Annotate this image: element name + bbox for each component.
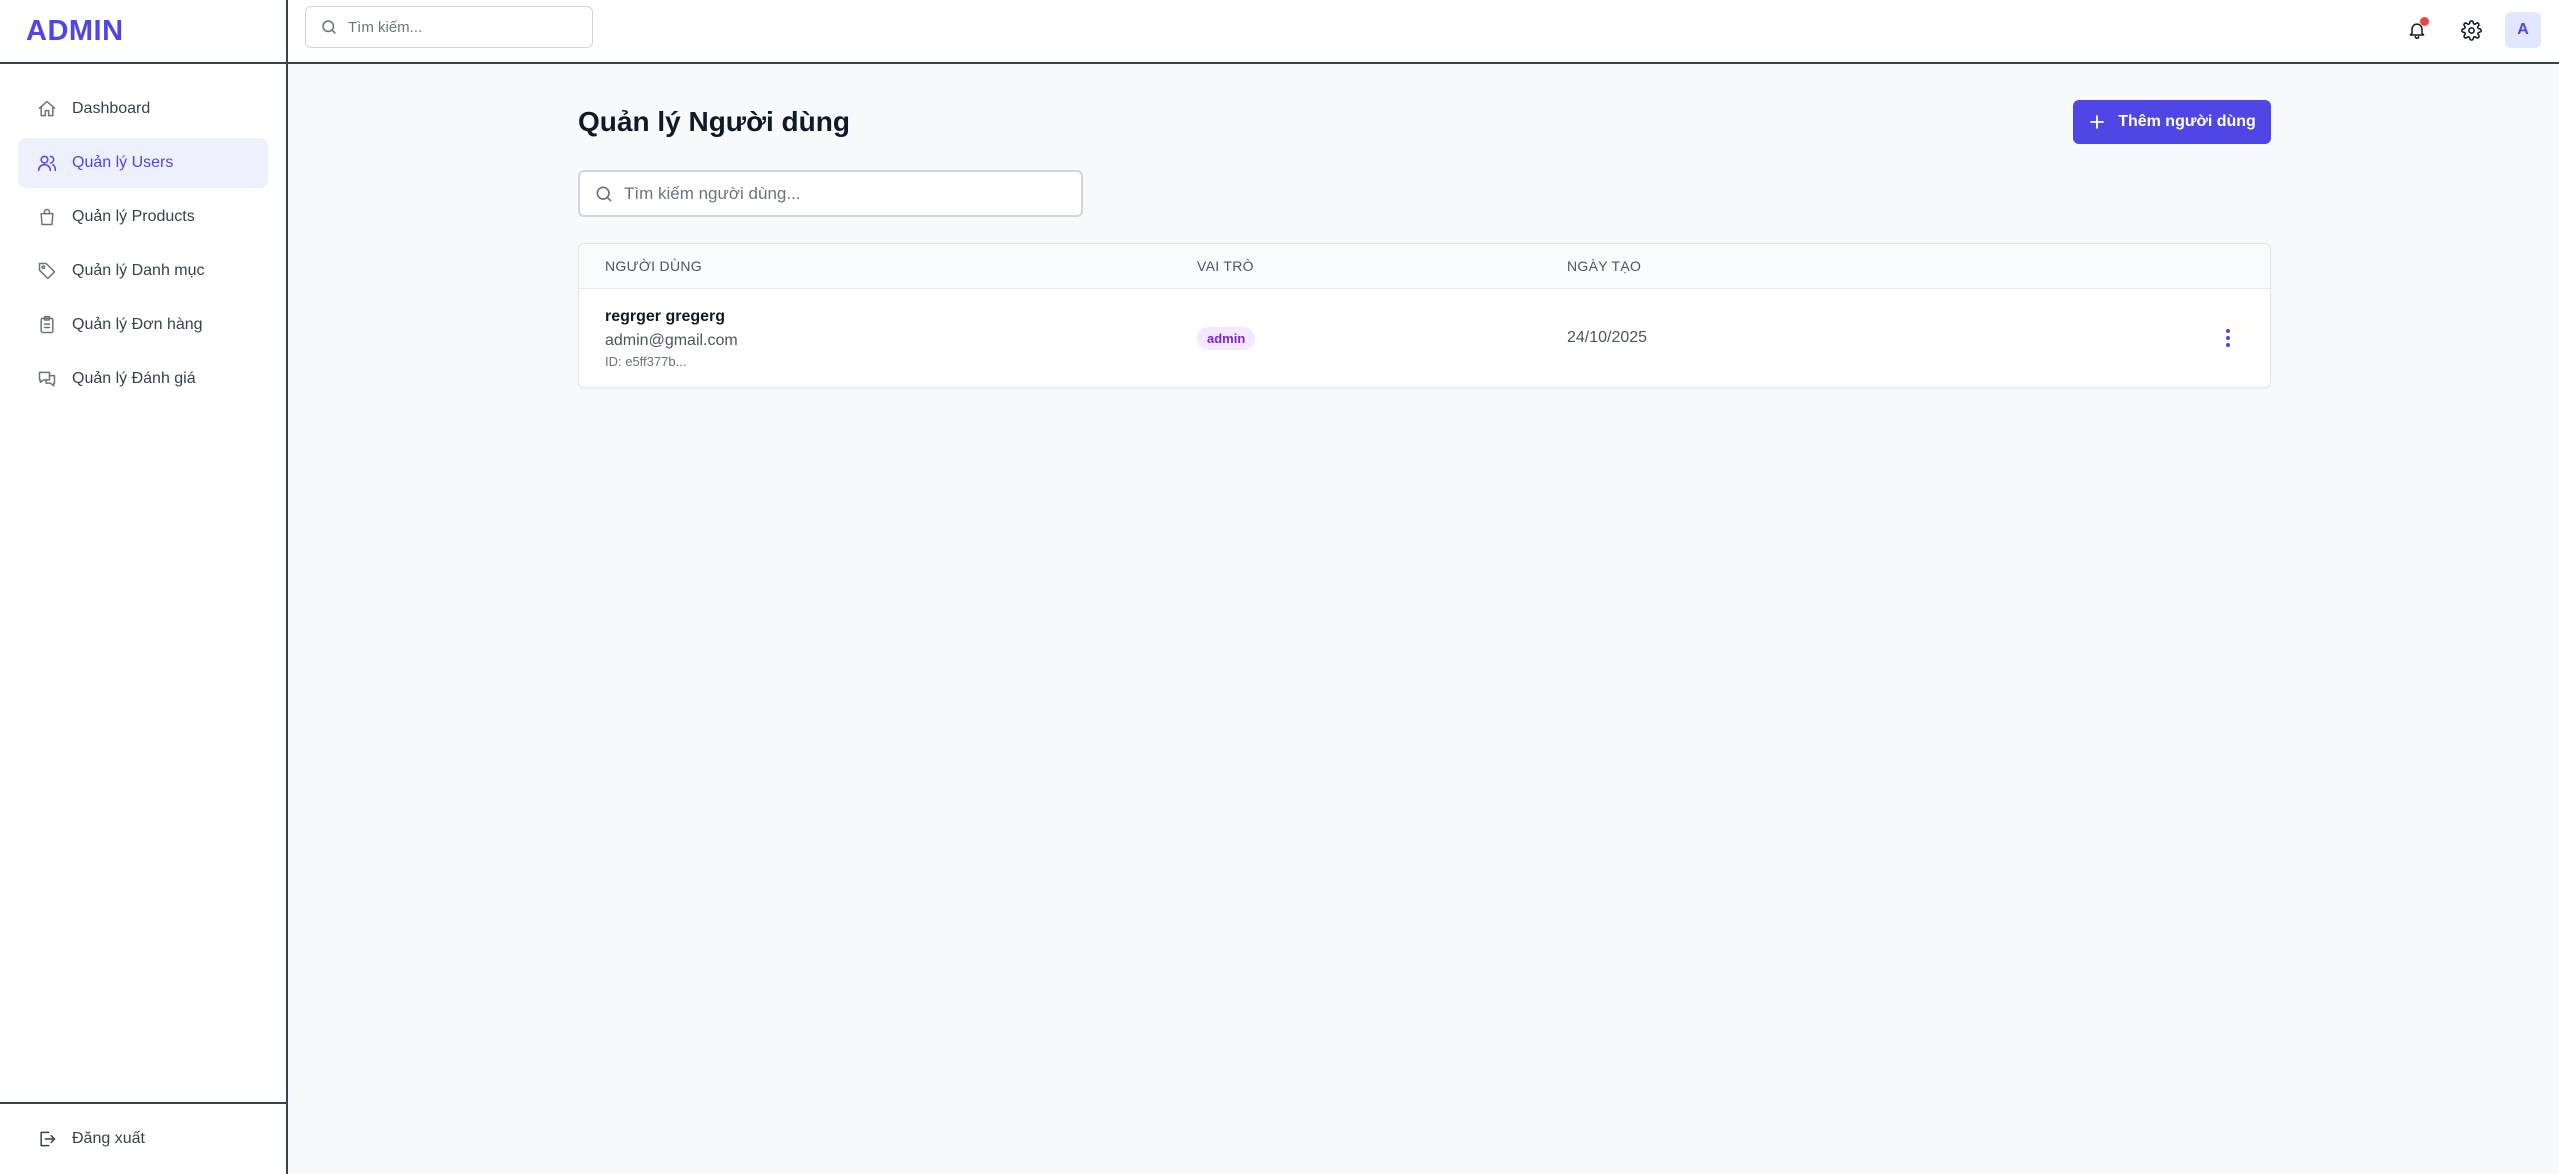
sidebar-item-label: Quản lý Users: [72, 154, 174, 171]
user-cell: regrger gregerg admin@gmail.com ID: e5ff…: [579, 308, 1197, 369]
sidebar-item-categories[interactable]: Quản lý Danh mục: [18, 246, 268, 296]
notification-dot: [2420, 17, 2429, 26]
role-badge: admin: [1197, 326, 1256, 350]
sidebar-item-orders[interactable]: Quản lý Đơn hàng: [18, 300, 268, 350]
main-content: Quản lý Người dùng Thêm người dùng NGƯỜI…: [578, 100, 2271, 388]
sidebar-item-dashboard[interactable]: Dashboard: [18, 84, 268, 134]
sidebar-item-users[interactable]: Quản lý Users: [18, 138, 268, 188]
sidebar-item-products[interactable]: Quản lý Products: [18, 192, 268, 242]
avatar[interactable]: A: [2505, 12, 2541, 48]
shopping-bag-icon: [36, 206, 58, 228]
page-title: Quản lý Người dùng: [578, 106, 850, 137]
sidebar-item-label: Quản lý Danh mục: [72, 262, 205, 279]
page-header: Quản lý Người dùng Thêm người dùng: [578, 100, 2271, 144]
sidebar-item-label: Quản lý Đánh giá: [72, 370, 196, 387]
user-search-input[interactable]: [624, 183, 1064, 204]
logout-button[interactable]: Đăng xuất: [0, 1102, 286, 1174]
search-icon: [320, 18, 338, 36]
users-icon: [36, 152, 58, 174]
sidebar-nav: Dashboard Quản lý Users Quản lý Products…: [0, 64, 286, 404]
clipboard-icon: [36, 314, 58, 336]
plus-icon: [2088, 113, 2106, 131]
user-search[interactable]: [578, 170, 1083, 217]
logout-label: Đăng xuất: [72, 1130, 145, 1147]
sidebar-item-reviews[interactable]: Quản lý Đánh giá: [18, 354, 268, 404]
user-email: admin@gmail.com: [605, 331, 738, 349]
topbar: A: [288, 0, 2559, 64]
column-header-created: NGÀY TẠO: [1567, 258, 1642, 274]
sidebar: ADMIN Dashboard Quản lý Users Quản lý Pr…: [0, 0, 288, 1174]
chat-bubbles-icon: [36, 368, 58, 390]
notifications-button[interactable]: [2397, 10, 2437, 50]
global-search-input[interactable]: [348, 18, 578, 36]
user-name: regrger gregerg: [605, 307, 726, 325]
sidebar-item-label: Dashboard: [72, 100, 151, 117]
column-header-role: VAI TRÒ: [1197, 258, 1254, 274]
brand: ADMIN: [0, 0, 286, 64]
user-id: ID: e5ff377b...: [605, 353, 687, 369]
more-vertical-icon: [2225, 328, 2231, 348]
users-table: NGƯỜI DÙNG VAI TRÒ NGÀY TẠO regrger greg…: [578, 243, 2271, 388]
add-user-button-label: Thêm người dùng: [2118, 113, 2256, 130]
table-header: NGƯỜI DÙNG VAI TRÒ NGÀY TẠO: [579, 244, 2270, 289]
sidebar-item-label: Quản lý Products: [72, 208, 195, 225]
brand-logo-text[interactable]: ADMIN: [26, 15, 124, 48]
row-actions-button[interactable]: [2216, 324, 2240, 352]
role-cell: admin: [1197, 326, 1567, 350]
global-search[interactable]: [305, 6, 593, 48]
logout-icon: [36, 1128, 58, 1150]
search-icon: [594, 184, 614, 204]
gear-icon: [2460, 19, 2482, 41]
table-row[interactable]: regrger gregerg admin@gmail.com ID: e5ff…: [579, 289, 2270, 387]
sidebar-item-label: Quản lý Đơn hàng: [72, 316, 203, 333]
home-icon: [36, 98, 58, 120]
column-header-user: NGƯỜI DÙNG: [605, 258, 702, 274]
add-user-button[interactable]: Thêm người dùng: [2073, 100, 2271, 144]
topbar-actions: A: [2383, 10, 2541, 50]
tag-icon: [36, 260, 58, 282]
settings-button[interactable]: [2451, 10, 2491, 50]
created-date: 24/10/2025: [1567, 329, 1648, 346]
